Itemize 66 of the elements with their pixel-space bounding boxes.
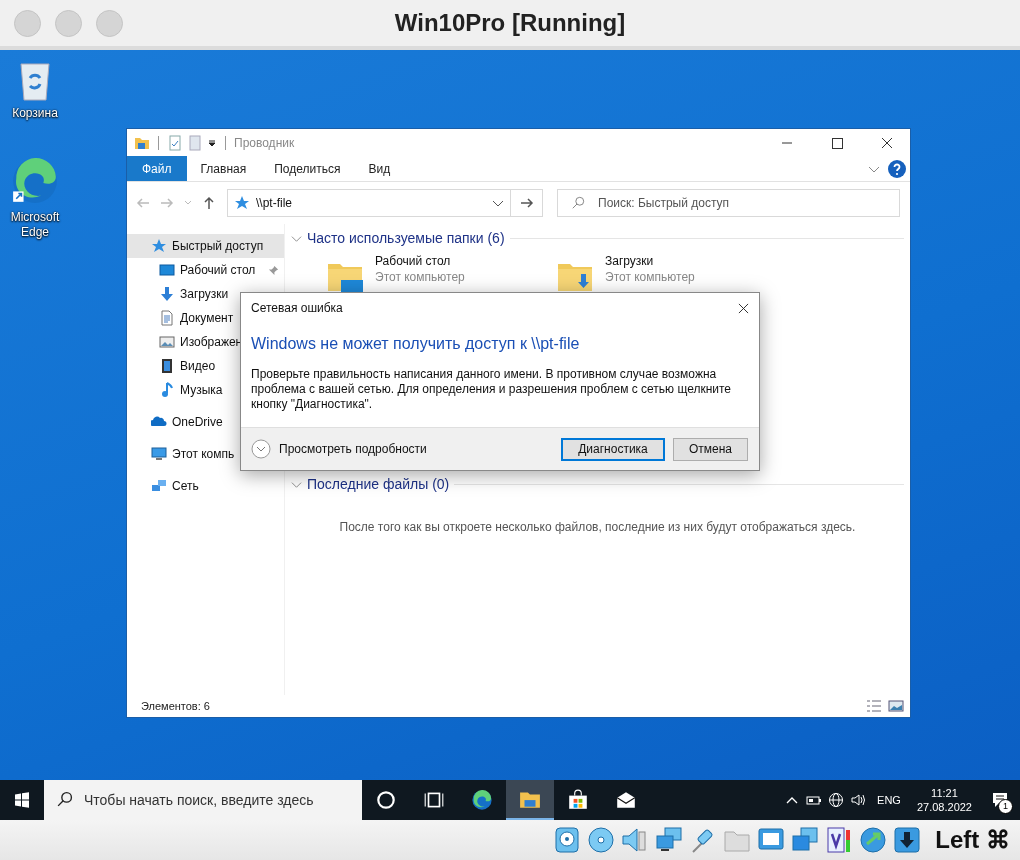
help-icon[interactable] [888,159,906,178]
star-icon [151,238,167,254]
globe-icon[interactable] [828,792,845,808]
folder-location: Этот компьютер [375,270,465,284]
dialog-heading: Windows не может получить доступ к \\pt-file [250,334,581,353]
address-bar[interactable]: \\pt-file [227,189,511,217]
speaker-icon[interactable] [850,792,867,808]
section-header[interactable]: Часто используемые папки (6) [307,230,505,246]
section-header[interactable]: Последние файлы (0) [307,476,450,492]
edge-icon [471,789,493,811]
shopping-bag-icon [567,789,589,811]
dialog-title: Сетевая ошибка [251,301,343,315]
screens-icon[interactable] [791,826,820,854]
music-note-icon [159,382,175,398]
time-text: 11:21 [931,786,958,800]
monitor-icon [159,262,175,278]
nav-item[interactable]: Быстрый доступ [127,234,284,258]
image-icon [159,334,175,350]
optical-disc-icon[interactable] [587,826,616,854]
ribbon-tab[interactable]: Поделиться [260,156,355,181]
go-button[interactable] [511,189,543,217]
window-title: Win10Pro [Running] [394,9,626,37]
circle-icon [375,789,397,811]
nav-item[interactable]: Рабочий стол [127,258,284,282]
taskbar-search-field[interactable]: Чтобы начать поиск, введите здесь [44,780,362,820]
empty-message: После того как вы откроете несколько файлов, последние из них будут отображаться здесь. [338,520,857,534]
film-icon [159,358,175,374]
folder-name[interactable]: Загрузки [605,254,695,268]
date-text: 27.08.2022 [916,800,972,814]
dialog-button[interactable]: Диагностика [561,437,665,461]
document-icon [159,310,175,326]
host-key-label: Left ⌘ [935,826,1010,854]
ribbon-tab[interactable]: Главная [186,156,261,181]
network-icon [151,478,167,494]
start-icon[interactable] [14,792,30,808]
item-count: Элементов: 6 [141,700,210,712]
expand-details-icon[interactable] [251,439,271,459]
notification-badge: 1 [998,799,1013,814]
close-icon[interactable] [738,302,749,314]
search-field[interactable]: Поиск: Быстрый доступ [557,189,900,217]
folder-name[interactable]: Рабочий стол [375,254,465,268]
address-text: \\pt-file [256,196,292,210]
nav-item[interactable]: Сеть [127,474,284,498]
pin-icon[interactable] [268,264,279,276]
computer-icon [151,446,167,462]
download-arrow-icon [159,286,175,302]
search-icon [56,791,73,808]
dialog-message: Проверьте правильность написания данного имени. В противном случае возможна проблема с вашей сетью. Для определения и разрешения проблем с сетью щелкните кнопку "Диагностика". [251,367,733,412]
details-link[interactable]: Просмотреть подробности [279,442,427,456]
large-icons-view-icon[interactable] [888,699,904,713]
language-indicator[interactable]: ENG [877,794,901,806]
network-icon[interactable] [655,826,684,854]
folder-location: Этот компьютер [605,270,695,284]
window-title: Проводник [234,135,295,150]
dialog-button[interactable]: Отмена [673,437,748,461]
ribbon-tab[interactable]: Файл [127,156,187,181]
ribbon-tab[interactable]: Вид [354,156,405,181]
desktop-icon-label[interactable]: Microsoft Edge [4,210,66,240]
dropdown-icon[interactable] [207,137,217,148]
star-icon [234,195,250,211]
properties-icon[interactable] [167,134,183,151]
desktop-icon-label[interactable]: Корзина [12,106,58,121]
search-icon [571,196,585,210]
clock[interactable]: 11:21 27.08.2022 [916,786,972,814]
edge-icon[interactable] [10,156,60,206]
nav-item[interactable]: OneDrive [127,410,284,434]
